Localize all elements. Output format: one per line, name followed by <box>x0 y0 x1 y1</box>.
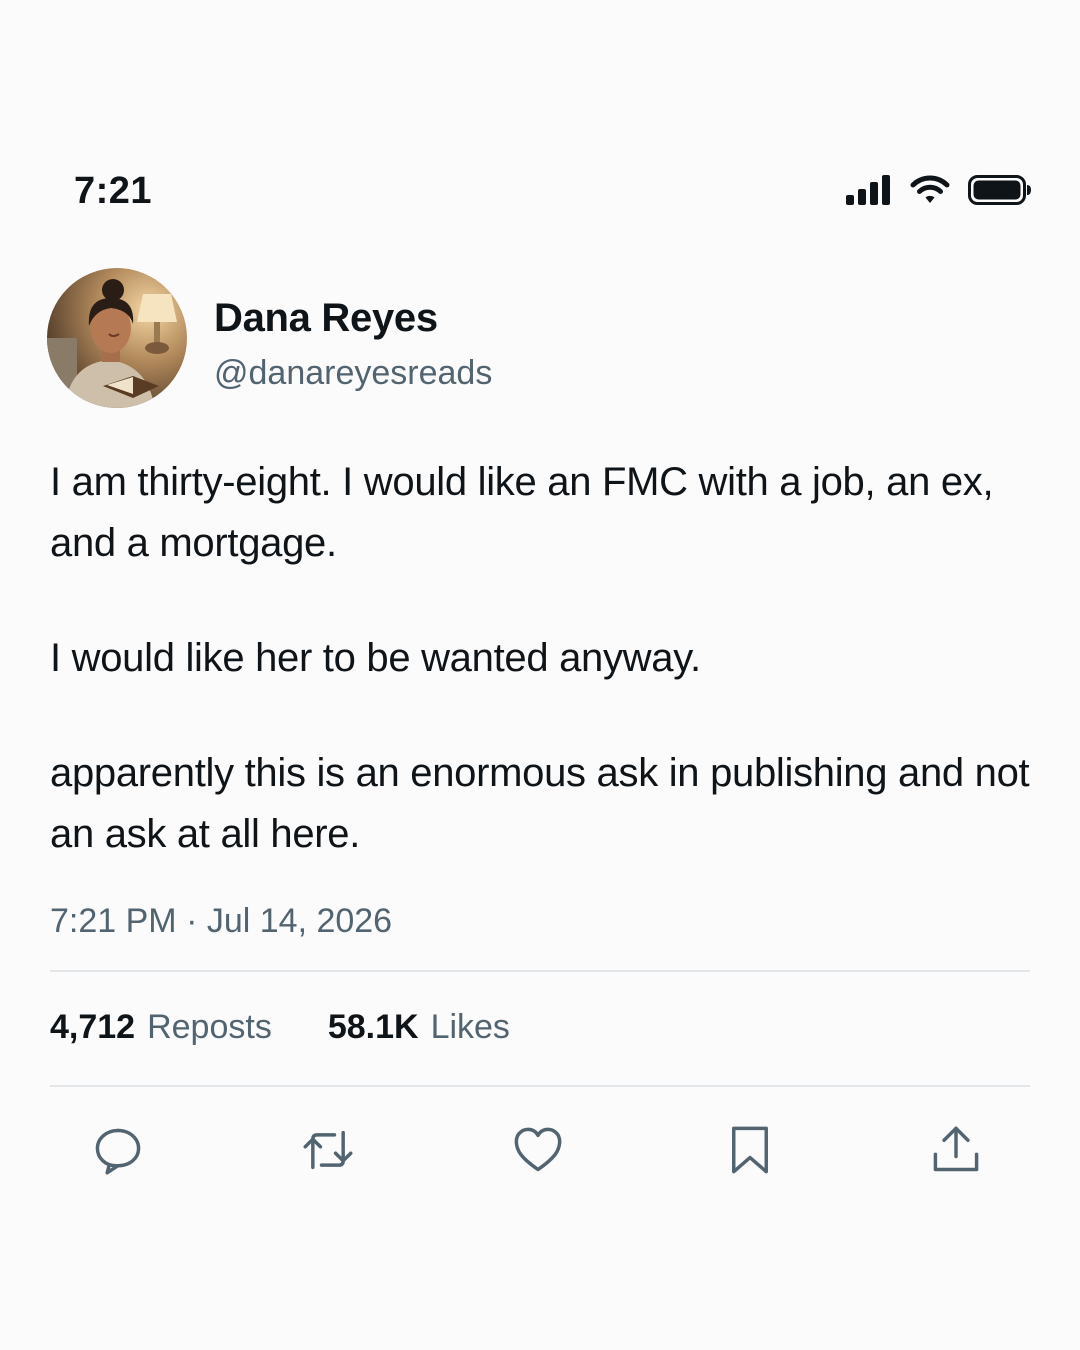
repost-icon <box>303 1130 353 1170</box>
divider <box>50 970 1030 972</box>
user-handle[interactable]: @danareyesreads <box>214 354 492 393</box>
reply-icon <box>95 1128 141 1175</box>
bookmark-button[interactable] <box>722 1122 778 1178</box>
like-button[interactable] <box>510 1122 566 1178</box>
divider <box>50 1085 1030 1087</box>
post-timestamp[interactable]: 7:21 PM · Jul 14, 2026 <box>50 902 392 941</box>
bookmark-icon <box>732 1126 768 1174</box>
reposts-stat[interactable]: 4,712 Reposts <box>50 1008 272 1047</box>
likes-label: Likes <box>430 1008 510 1046</box>
battery-icon <box>968 174 1032 210</box>
reply-button[interactable] <box>90 1122 146 1178</box>
share-icon <box>933 1126 979 1172</box>
post-paragraph: apparently this is an enormous ask in pu… <box>50 751 1030 856</box>
post-paragraph: I would like her to be wanted anyway. <box>50 636 701 680</box>
status-icons <box>846 172 1032 212</box>
like-icon <box>514 1127 562 1172</box>
display-name[interactable]: Dana Reyes <box>214 296 438 341</box>
likes-stat[interactable]: 58.1K Likes <box>328 1008 510 1047</box>
avatar[interactable] <box>47 268 187 408</box>
reposts-label: Reposts <box>147 1008 272 1046</box>
cellular-signal-icon <box>846 174 892 210</box>
status-time: 7:21 <box>74 170 153 212</box>
wifi-icon <box>910 174 950 211</box>
likes-count: 58.1K <box>327 1008 419 1046</box>
post-stats: 4,712 Reposts 58.1K Likes <box>50 1008 510 1047</box>
reposts-count: 4,712 <box>50 1008 136 1046</box>
repost-button[interactable] <box>300 1122 356 1178</box>
share-button[interactable] <box>928 1122 984 1178</box>
post-body: I am thirty-eight. I would like an FMC w… <box>50 452 1030 919</box>
post-paragraph: I am thirty-eight. I would like an FMC w… <box>50 460 994 565</box>
post-detail-screen: 7:21 Dana Reyes @danareyesreads I am thi… <box>0 0 1080 1350</box>
